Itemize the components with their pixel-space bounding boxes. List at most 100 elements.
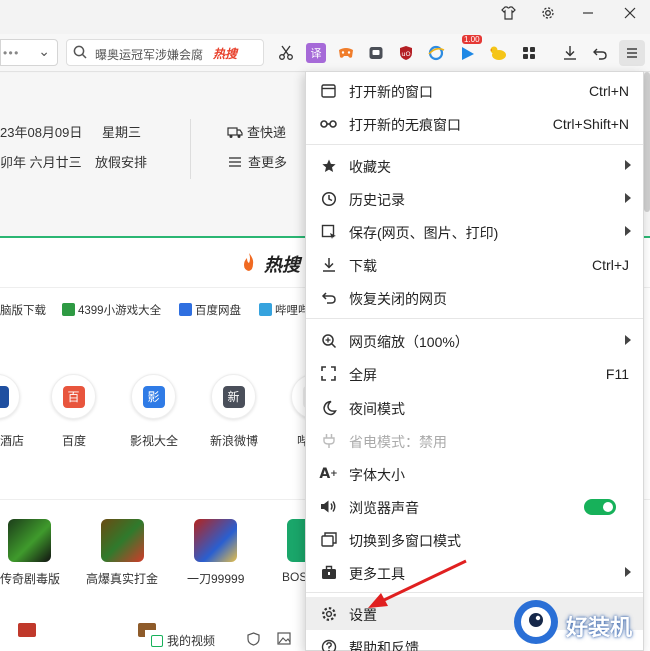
browser-toolbar: • • • ⌄ 曝奥运冠军涉嫌会腐 热搜 译 uO 1.00: [0, 34, 650, 72]
divider: [190, 119, 191, 179]
calendar-date: 23年08月09日: [0, 125, 83, 140]
red-arrow-annotation: [368, 559, 467, 608]
scissors-icon[interactable]: [276, 43, 296, 63]
site-tile-video[interactable]: 影: [131, 374, 176, 419]
menu-label: 浏览器声音: [349, 500, 419, 516]
download-icon: [320, 256, 337, 273]
menu-separator: [306, 592, 643, 593]
site-tile-hotel[interactable]: [0, 374, 20, 419]
video-play-extension-icon[interactable]: 1.00: [458, 35, 482, 63]
shield-icon[interactable]: [247, 632, 260, 649]
my-video-label: 我的视频: [167, 634, 216, 648]
restore-icon: [320, 289, 337, 306]
star-icon: [320, 157, 337, 174]
menu-separator: [306, 144, 643, 145]
quick-link-2[interactable]: 4399小游戏大全: [62, 302, 161, 318]
menu-shortcut: Ctrl+Shift+N: [552, 116, 629, 132]
menu-item-restore[interactable]: 恢复关闭的网页: [306, 281, 643, 314]
game-icon: [62, 303, 75, 316]
menu-label: 省电模式：禁用: [349, 434, 447, 450]
game-thumbnail-3[interactable]: [194, 519, 237, 562]
site-tile-weibo[interactable]: 新: [211, 374, 256, 419]
apps-grid-icon[interactable]: [519, 43, 539, 63]
menu-label: 恢复关闭的网页: [349, 291, 447, 307]
site-tile-baidu[interactable]: 百: [51, 374, 96, 419]
menu-label: 切换到多窗口模式: [349, 533, 461, 549]
hot-search-label: 热搜: [213, 47, 238, 61]
menu-item-save[interactable]: 保存(网页、图片、打印): [306, 215, 643, 248]
quick-link-3[interactable]: 百度网盘: [179, 302, 241, 318]
quick-link-label: 脑版下载: [0, 305, 46, 317]
truck-icon: [227, 127, 243, 138]
my-video-button[interactable]: 我的视频: [151, 632, 215, 649]
scrollbar[interactable]: [644, 72, 650, 212]
game-thumbnail-1[interactable]: [8, 519, 51, 562]
menu-separator: [306, 318, 643, 319]
watermark-text: 好装机: [566, 615, 633, 640]
site-label: 百度: [62, 434, 87, 448]
holiday-link[interactable]: 放假安排: [95, 152, 147, 171]
menu-label: 打开新的窗口: [349, 84, 433, 100]
more-label: 查更多: [248, 155, 288, 170]
shirt-icon[interactable]: [488, 0, 528, 26]
menu-item-new-window[interactable]: 打开新的窗口 Ctrl+N: [306, 74, 643, 107]
zoom-icon: [320, 332, 337, 349]
menu-item-font-size[interactable]: A + 字体大小: [306, 457, 643, 490]
game-thumbnail-4[interactable]: [287, 519, 307, 562]
menu-label: 字体大小: [349, 467, 405, 483]
gear-icon: [320, 605, 337, 622]
address-text: • • •: [3, 46, 18, 60]
menu-shortcut: Ctrl+J: [592, 257, 629, 273]
duck-extension-icon[interactable]: [488, 43, 508, 63]
weibo-icon: 新: [222, 385, 245, 408]
menu-shortcut: F11: [605, 366, 629, 382]
adblock-icon[interactable]: uO: [396, 43, 416, 63]
express-link[interactable]: 查快递: [227, 122, 286, 141]
game-thumbnail-2[interactable]: [101, 519, 144, 562]
status-bar: 我的视频: [145, 630, 315, 651]
address-bar[interactable]: • • • ⌄: [0, 39, 58, 66]
calendar-weekday: 星期三: [102, 125, 142, 140]
menu-item-fullscreen[interactable]: 全屏 F11: [306, 357, 643, 390]
submenu-arrow-icon: [625, 160, 631, 170]
menu-item-zoom[interactable]: 网页缩放（100%）: [306, 324, 643, 357]
video-icon: 影: [142, 385, 165, 408]
submenu-arrow-icon: [625, 226, 631, 236]
menu-item-incognito[interactable]: 打开新的无痕窗口 Ctrl+Shift+N: [306, 107, 643, 140]
maximize-button[interactable]: [570, 0, 610, 26]
close-button[interactable]: [610, 0, 650, 26]
play-icon: [151, 635, 163, 647]
news-thumb-icon: [18, 623, 36, 637]
menu-label: 收藏夹: [349, 159, 391, 175]
main-menu-button[interactable]: [619, 40, 645, 66]
chat-extension-icon[interactable]: [366, 43, 386, 63]
menu-item-more-tools[interactable]: 更多工具: [306, 556, 643, 589]
game-label: 一刀99999: [187, 572, 245, 586]
menu-item-favorites[interactable]: 收藏夹: [306, 149, 643, 182]
menu-item-night-mode[interactable]: 夜间模式: [306, 391, 643, 424]
download-icon[interactable]: [560, 43, 580, 63]
title-bar: [0, 0, 650, 34]
menu-item-download[interactable]: 下载 Ctrl+J: [306, 248, 643, 281]
hamburger-icon: [627, 48, 637, 58]
moon-icon: [320, 399, 337, 416]
baidu-icon: 百: [62, 385, 85, 408]
search-box[interactable]: 曝奥运冠军涉嫌会腐 热搜: [66, 39, 264, 66]
save-page-icon: [320, 223, 337, 240]
chevron-down-icon[interactable]: ⌄: [38, 43, 50, 60]
sound-toggle[interactable]: [584, 499, 616, 515]
game-extension-icon[interactable]: [336, 43, 356, 63]
undo-icon[interactable]: [590, 43, 610, 63]
settings-gear-icon[interactable]: [528, 0, 568, 26]
image-icon[interactable]: [277, 632, 291, 648]
translate-extension-icon[interactable]: 译: [306, 43, 326, 63]
menu-label: 全屏: [349, 367, 377, 383]
more-link[interactable]: 查更多: [228, 152, 287, 171]
quick-link-label: 4399小游戏大全: [78, 305, 162, 317]
menu-item-browser-sound[interactable]: 浏览器声音: [306, 490, 643, 523]
submenu-arrow-icon: [625, 193, 631, 203]
menu-item-multi-window[interactable]: 切换到多窗口模式: [306, 523, 643, 556]
menu-item-history[interactable]: 历史记录: [306, 182, 643, 215]
quick-link-1[interactable]: 脑版下载: [0, 302, 46, 318]
ie-extension-icon[interactable]: [426, 43, 446, 63]
